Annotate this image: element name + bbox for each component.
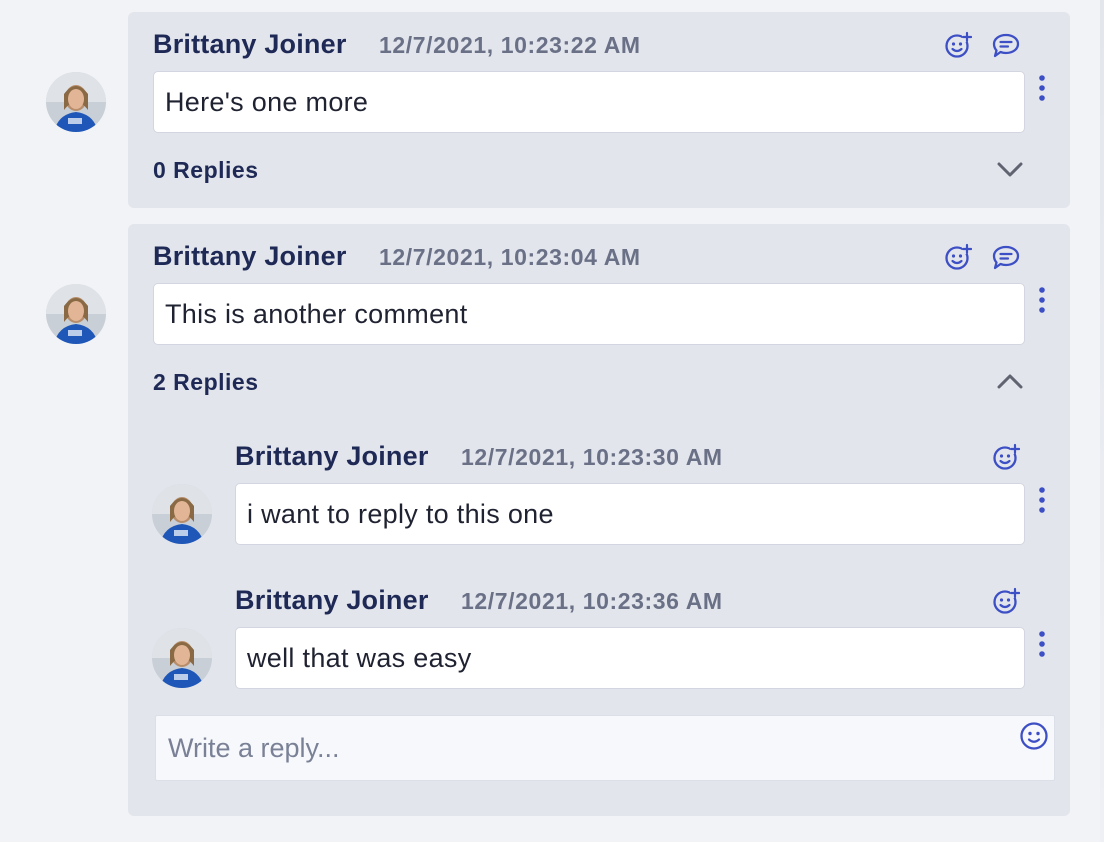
more-options-icon[interactable] — [1034, 630, 1050, 658]
add-reaction-icon[interactable] — [944, 31, 972, 59]
avatar — [46, 72, 106, 132]
reply-author: Brittany Joiner — [235, 585, 429, 615]
reply-timestamp: 12/7/2021, 10:23:36 AM — [461, 588, 723, 614]
comment-text: Here's one more — [153, 71, 1025, 133]
reply-timestamp: 12/7/2021, 10:23:30 AM — [461, 444, 723, 470]
comment-text: This is another comment — [153, 283, 1025, 345]
reply-author: Brittany Joiner — [235, 441, 429, 471]
reply-comment-icon[interactable] — [992, 245, 1020, 271]
more-options-icon[interactable] — [1034, 286, 1050, 314]
scroll-edge — [1100, 0, 1104, 842]
avatar — [46, 284, 106, 344]
avatar — [152, 484, 212, 544]
comment-author: Brittany Joiner — [153, 241, 347, 271]
reply-text: well that was easy — [235, 627, 1025, 689]
more-options-icon[interactable] — [1034, 74, 1050, 102]
add-reaction-icon[interactable] — [992, 587, 1020, 615]
reply-text: i want to reply to this one — [235, 483, 1025, 545]
chevron-down-icon[interactable] — [996, 160, 1024, 180]
comment-author: Brittany Joiner — [153, 29, 347, 59]
reply-comment-icon[interactable] — [992, 33, 1020, 59]
replies-toggle[interactable]: 2 Replies — [153, 369, 259, 396]
add-reaction-icon[interactable] — [992, 443, 1020, 471]
comment-timestamp: 12/7/2021, 10:23:04 AM — [379, 244, 641, 270]
emoji-icon[interactable] — [1019, 721, 1049, 751]
chevron-up-icon[interactable] — [996, 371, 1024, 391]
reply-input[interactable] — [155, 715, 1055, 781]
avatar — [152, 628, 212, 688]
add-reaction-icon[interactable] — [944, 243, 972, 271]
comment-timestamp: 12/7/2021, 10:23:22 AM — [379, 32, 641, 58]
replies-toggle[interactable]: 0 Replies — [153, 157, 259, 184]
more-options-icon[interactable] — [1034, 486, 1050, 514]
